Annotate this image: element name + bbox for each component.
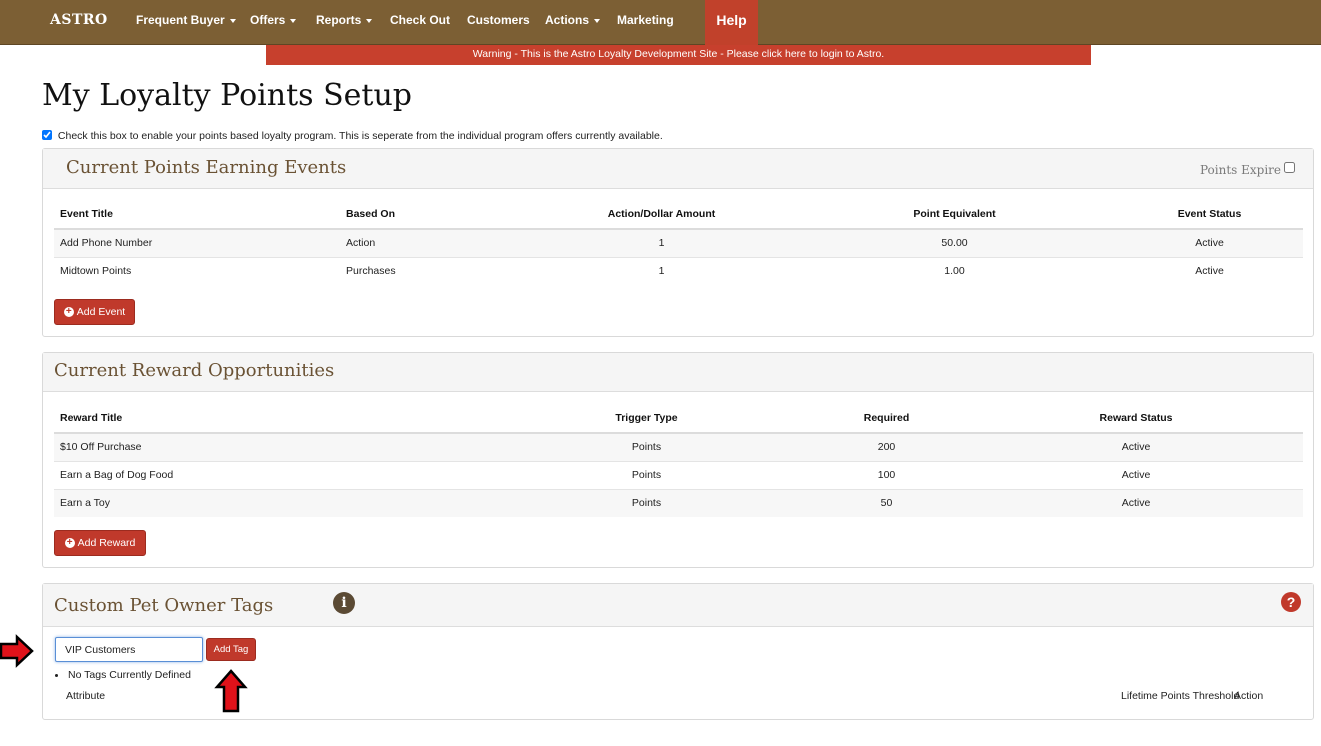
rewards-panel: Current Reward Opportunities Reward Titl…	[42, 352, 1314, 568]
plus-circle-icon: +	[63, 307, 74, 317]
nav-offers[interactable]: Offers	[250, 0, 297, 45]
plus-circle-icon: +	[64, 538, 75, 548]
help-button[interactable]: Help	[705, 0, 758, 45]
enable-program-row: Check this box to enable your points bas…	[42, 130, 663, 142]
red-arrow-up-icon	[214, 669, 248, 713]
dev-site-warning-banner[interactable]: Warning - This is the Astro Loyalty Deve…	[266, 45, 1091, 65]
caret-down-icon	[229, 18, 236, 23]
nav-label: Frequent Buyer	[136, 13, 225, 27]
nav-label: Marketing	[617, 13, 674, 27]
nav-marketing[interactable]: Marketing	[617, 0, 674, 45]
column-header: Event Title	[54, 199, 340, 230]
nav-label: Check Out	[390, 13, 451, 27]
table-cell: Active	[1116, 229, 1303, 257]
table-row: Earn a Toy Points 50 Active	[54, 488, 1303, 517]
rewards-title: Current Reward Opportunities	[54, 360, 335, 381]
event-title-link[interactable]: Midtown Points	[54, 256, 340, 285]
column-header: Lifetime Points Threshold	[1121, 690, 1240, 702]
enable-program-checkbox[interactable]	[42, 130, 52, 140]
table-cell: 100	[804, 460, 969, 489]
enable-program-label: Check this box to enable your points bas…	[57, 130, 663, 142]
earning-events-table: Event Title Based On Action/Dollar Amoun…	[54, 199, 1303, 285]
add-reward-label: Add Reward	[77, 537, 136, 549]
table-cell: Active	[969, 488, 1303, 517]
nav-label: Offers	[250, 13, 286, 27]
add-tag-button[interactable]: Add Tag	[206, 638, 256, 661]
column-header: Action	[1234, 690, 1264, 702]
caret-down-icon	[366, 18, 373, 23]
earning-events-panel: Current Points Earning Events Points Exp…	[42, 148, 1314, 337]
points-expire-checkbox[interactable]	[1284, 162, 1295, 173]
table-cell: Active	[969, 460, 1303, 489]
reward-title-link[interactable]: Earn a Bag of Dog Food	[54, 460, 489, 489]
table-row: $10 Off Purchase Points 200 Active	[54, 433, 1303, 461]
no-tags-text: No Tags Currently Defined	[68, 669, 191, 681]
column-header: Event Status	[1116, 199, 1303, 230]
table-row: Earn a Bag of Dog Food Points 100 Active	[54, 460, 1303, 489]
rewards-header: Current Reward Opportunities	[43, 353, 1313, 392]
table-cell: Points	[489, 488, 804, 517]
event-title-link[interactable]: Add Phone Number	[54, 229, 340, 257]
table-cell: Purchases	[340, 256, 530, 285]
nav-customers[interactable]: Customers	[467, 0, 530, 45]
nav-label: Actions	[545, 13, 590, 27]
table-cell: 50	[804, 488, 969, 517]
tags-title: Custom Pet Owner Tags	[54, 595, 274, 616]
nav-label: Reports	[316, 13, 362, 27]
table-cell: Points	[489, 460, 804, 489]
nav-check-out[interactable]: Check Out	[390, 0, 450, 45]
top-navbar: ASTRO Frequent Buyer Offers Reports Chec…	[0, 0, 1321, 45]
caret-down-icon	[290, 18, 297, 23]
no-tags-message: No Tags Currently Defined	[55, 669, 191, 681]
tags-header: Custom Pet Owner Tags i ?	[43, 584, 1313, 627]
page-title: My Loyalty Points Setup	[42, 78, 412, 113]
column-header: Point Equivalent	[793, 199, 1116, 230]
nav-label: Customers	[467, 13, 530, 27]
table-row: Midtown Points Purchases 1 1.00 Active	[54, 256, 1303, 285]
earning-events-header: Current Points Earning Events Points Exp…	[43, 149, 1313, 189]
table-cell: 1.00	[793, 256, 1116, 285]
reward-title-link[interactable]: $10 Off Purchase	[54, 433, 489, 461]
table-cell: Points	[489, 433, 804, 461]
brand-logo[interactable]: ASTRO	[50, 0, 108, 45]
column-header: Required	[804, 403, 969, 434]
reward-title-link[interactable]: Earn a Toy	[54, 488, 489, 517]
table-cell: Active	[969, 433, 1303, 461]
column-header: Based On	[340, 199, 530, 230]
column-header: Trigger Type	[489, 403, 804, 434]
table-cell: Action	[340, 229, 530, 257]
table-cell: 50.00	[793, 229, 1116, 257]
red-arrow-right-icon	[0, 634, 34, 668]
add-event-button[interactable]: + Add Event	[54, 299, 135, 325]
nav-reports[interactable]: Reports	[316, 0, 373, 45]
nav-frequent-buyer[interactable]: Frequent Buyer	[136, 0, 236, 45]
column-header: Reward Status	[969, 403, 1303, 434]
table-cell: 1	[530, 229, 793, 257]
column-header: Action/Dollar Amount	[530, 199, 793, 230]
table-cell: 200	[804, 433, 969, 461]
info-circle-icon[interactable]: i	[333, 592, 355, 614]
add-event-label: Add Event	[76, 306, 126, 318]
table-cell: 1	[530, 256, 793, 285]
table-row: Add Phone Number Action 1 50.00 Active	[54, 229, 1303, 257]
column-header: Reward Title	[54, 403, 489, 434]
nav-actions[interactable]: Actions	[545, 0, 601, 45]
rewards-table: Reward Title Trigger Type Required Rewar…	[54, 403, 1303, 517]
earning-events-title: Current Points Earning Events	[66, 157, 347, 178]
points-expire-label: Points Expire	[1199, 163, 1281, 177]
table-header-row: Reward Title Trigger Type Required Rewar…	[54, 403, 1303, 434]
points-expire-toggle: Points Expire	[1200, 162, 1295, 177]
question-circle-icon[interactable]: ?	[1281, 592, 1301, 612]
bullet	[55, 673, 58, 677]
column-header: Attribute	[66, 690, 106, 702]
tag-name-input[interactable]	[55, 637, 203, 662]
add-reward-button[interactable]: + Add Reward	[54, 530, 146, 556]
caret-down-icon	[594, 18, 601, 23]
table-header-row: Event Title Based On Action/Dollar Amoun…	[54, 199, 1303, 230]
table-cell: Active	[1116, 256, 1303, 285]
